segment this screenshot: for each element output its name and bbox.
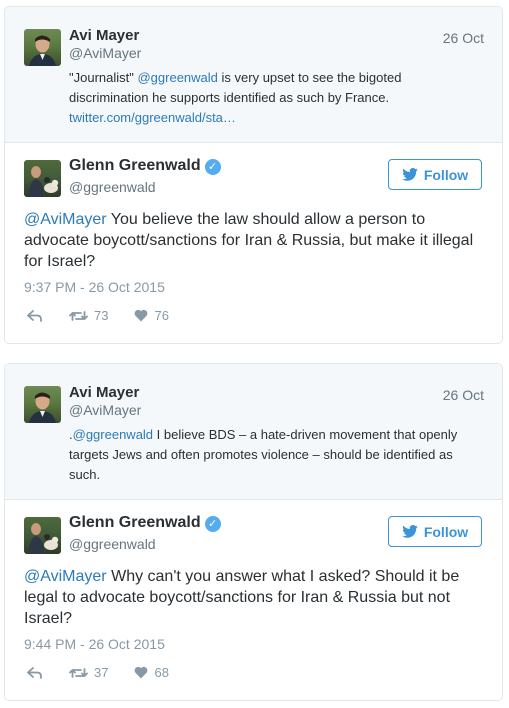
tweet-card-2: Avi Mayer @AviMayer 26 Oct .@ggreenwald … [4,363,503,701]
main-tweet: Glenn Greenwald ✓ @ggreenwald Follow @Avi… [5,500,502,700]
reply-button[interactable] [27,666,43,679]
heart-icon [135,309,148,322]
mention-link[interactable]: @AviMayer [24,568,107,585]
like-button[interactable]: 76 [134,308,169,323]
main-tweet: Glenn Greenwald ✓ @ggreenwald Follow @Avi… [5,143,502,343]
tweet-timestamp[interactable]: 9:37 PM - 26 Oct 2015 [24,279,165,295]
author-name[interactable]: Avi Mayer [69,27,139,44]
tweet-date[interactable]: 26 Oct [443,30,484,46]
avatar[interactable] [24,517,61,554]
reply-button[interactable] [27,309,43,322]
retweet-icon [69,310,88,321]
follow-label: Follow [423,166,469,183]
tweet-actions: 37 68 [27,665,195,680]
text-segment: "Journalist" [69,70,138,85]
avatar[interactable] [24,160,61,197]
like-button[interactable]: 68 [134,665,169,680]
follow-button[interactable]: Follow [388,516,482,547]
verified-badge-icon: ✓ [204,159,221,175]
quoted-tweet[interactable]: Avi Mayer @AviMayer 26 Oct .@ggreenwald … [5,364,502,500]
quoted-tweet-text: "Journalist" @ggreenwald is very upset t… [69,68,474,128]
tweet-text: @AviMayer Why can't you answer what I as… [24,566,486,629]
quoted-tweet[interactable]: Avi Mayer @AviMayer 26 Oct "Journalist" … [5,7,502,143]
twitter-bird-icon [402,525,418,538]
avatar[interactable] [24,29,61,66]
avatar[interactable] [24,386,61,423]
follow-label: Follow [423,523,469,540]
author-name[interactable]: Glenn Greenwald ✓ [69,157,221,175]
author-handle[interactable]: @AviMayer [69,402,141,418]
author-name[interactable]: Avi Mayer [69,384,139,401]
retweet-icon [69,667,88,678]
retweet-button[interactable]: 37 [69,665,108,680]
tweet-actions: 73 76 [27,308,195,323]
follow-button[interactable]: Follow [388,159,482,190]
tweet-text: @AviMayer You believe the law should all… [24,209,486,272]
reply-icon [27,309,42,322]
mention-link[interactable]: @ggreenwald [73,427,153,442]
like-count: 68 [154,665,169,680]
like-count: 76 [154,308,169,323]
reply-icon [27,666,42,679]
twitter-bird-icon [402,168,418,181]
url-link[interactable]: twitter.com/ggreenwald/sta… [69,110,236,125]
author-name-text[interactable]: Glenn Greenwald [69,514,201,531]
author-handle[interactable]: @AviMayer [69,45,141,61]
tweet-timestamp[interactable]: 9:44 PM - 26 Oct 2015 [24,636,165,652]
verified-badge-icon: ✓ [204,516,221,532]
author-handle[interactable]: @ggreenwald [69,536,156,552]
mention-link[interactable]: @ggreenwald [137,70,217,85]
tweet-date[interactable]: 26 Oct [443,387,484,403]
tweet-card-1: Avi Mayer @AviMayer 26 Oct "Journalist" … [4,6,503,344]
author-name[interactable]: Glenn Greenwald ✓ [69,514,221,532]
author-handle[interactable]: @ggreenwald [69,179,156,195]
mention-link[interactable]: @AviMayer [24,211,107,228]
retweet-count: 37 [94,665,109,680]
quoted-tweet-text: .@ggreenwald I believe BDS – a hate-driv… [69,425,474,485]
retweet-button[interactable]: 73 [69,308,108,323]
author-name-text[interactable]: Glenn Greenwald [69,157,201,174]
retweet-count: 73 [94,308,109,323]
heart-icon [135,666,148,679]
